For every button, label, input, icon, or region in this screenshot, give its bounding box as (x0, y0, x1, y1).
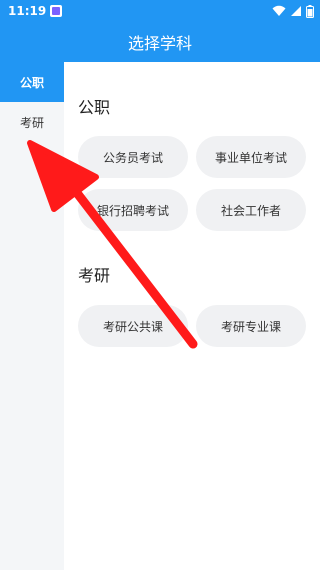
subject-chip-kaoyan-zhuanyeke[interactable]: 考研专业课 (196, 305, 306, 347)
subject-chip-kaoyan-gonggongke[interactable]: 考研公共课 (78, 305, 188, 347)
signal-icon (291, 6, 301, 16)
sidebar-item-label: 公职 (19, 75, 44, 90)
battery-icon (306, 4, 314, 18)
subject-chip-label: 事业单位考试 (214, 150, 287, 165)
subject-chip-label: 社会工作者 (220, 203, 281, 218)
section-title-kaoyan: 考研 (78, 266, 111, 285)
wifi-icon (272, 5, 286, 16)
status-time: 11:19 (8, 4, 47, 18)
subject-chip-label: 公务员考试 (102, 150, 163, 165)
section-title-gongzhi: 公职 (78, 98, 111, 117)
subject-list: 公职 公务员考试 事业单位考试 银行招聘考试 社会工作者 考研 考研公共课 考研… (64, 62, 320, 570)
subject-chip-label: 考研专业课 (220, 319, 281, 334)
subject-chip-shiyedanwei[interactable]: 事业单位考试 (196, 136, 306, 178)
subject-chip-label: 银行招聘考试 (96, 203, 169, 218)
notification-app-icon (50, 5, 63, 17)
subject-chip-gongwuyuan[interactable]: 公务员考试 (78, 136, 188, 178)
subject-chip-yinhang[interactable]: 银行招聘考试 (78, 189, 188, 231)
sidebar-item-kaoyan[interactable]: 考研 (0, 102, 64, 142)
subject-category-sidebar: 公职 考研 (0, 62, 64, 570)
sidebar-item-gongzhi[interactable]: 公职 (0, 62, 64, 102)
app-bar: 选择学科 (0, 22, 320, 62)
page-title: 选择学科 (127, 34, 192, 53)
subject-chip-shehuigongzuozhe[interactable]: 社会工作者 (196, 189, 306, 231)
status-bar: 11:19 (0, 0, 320, 22)
sidebar-item-label: 考研 (19, 115, 44, 130)
subject-chip-label: 考研公共课 (102, 319, 163, 334)
